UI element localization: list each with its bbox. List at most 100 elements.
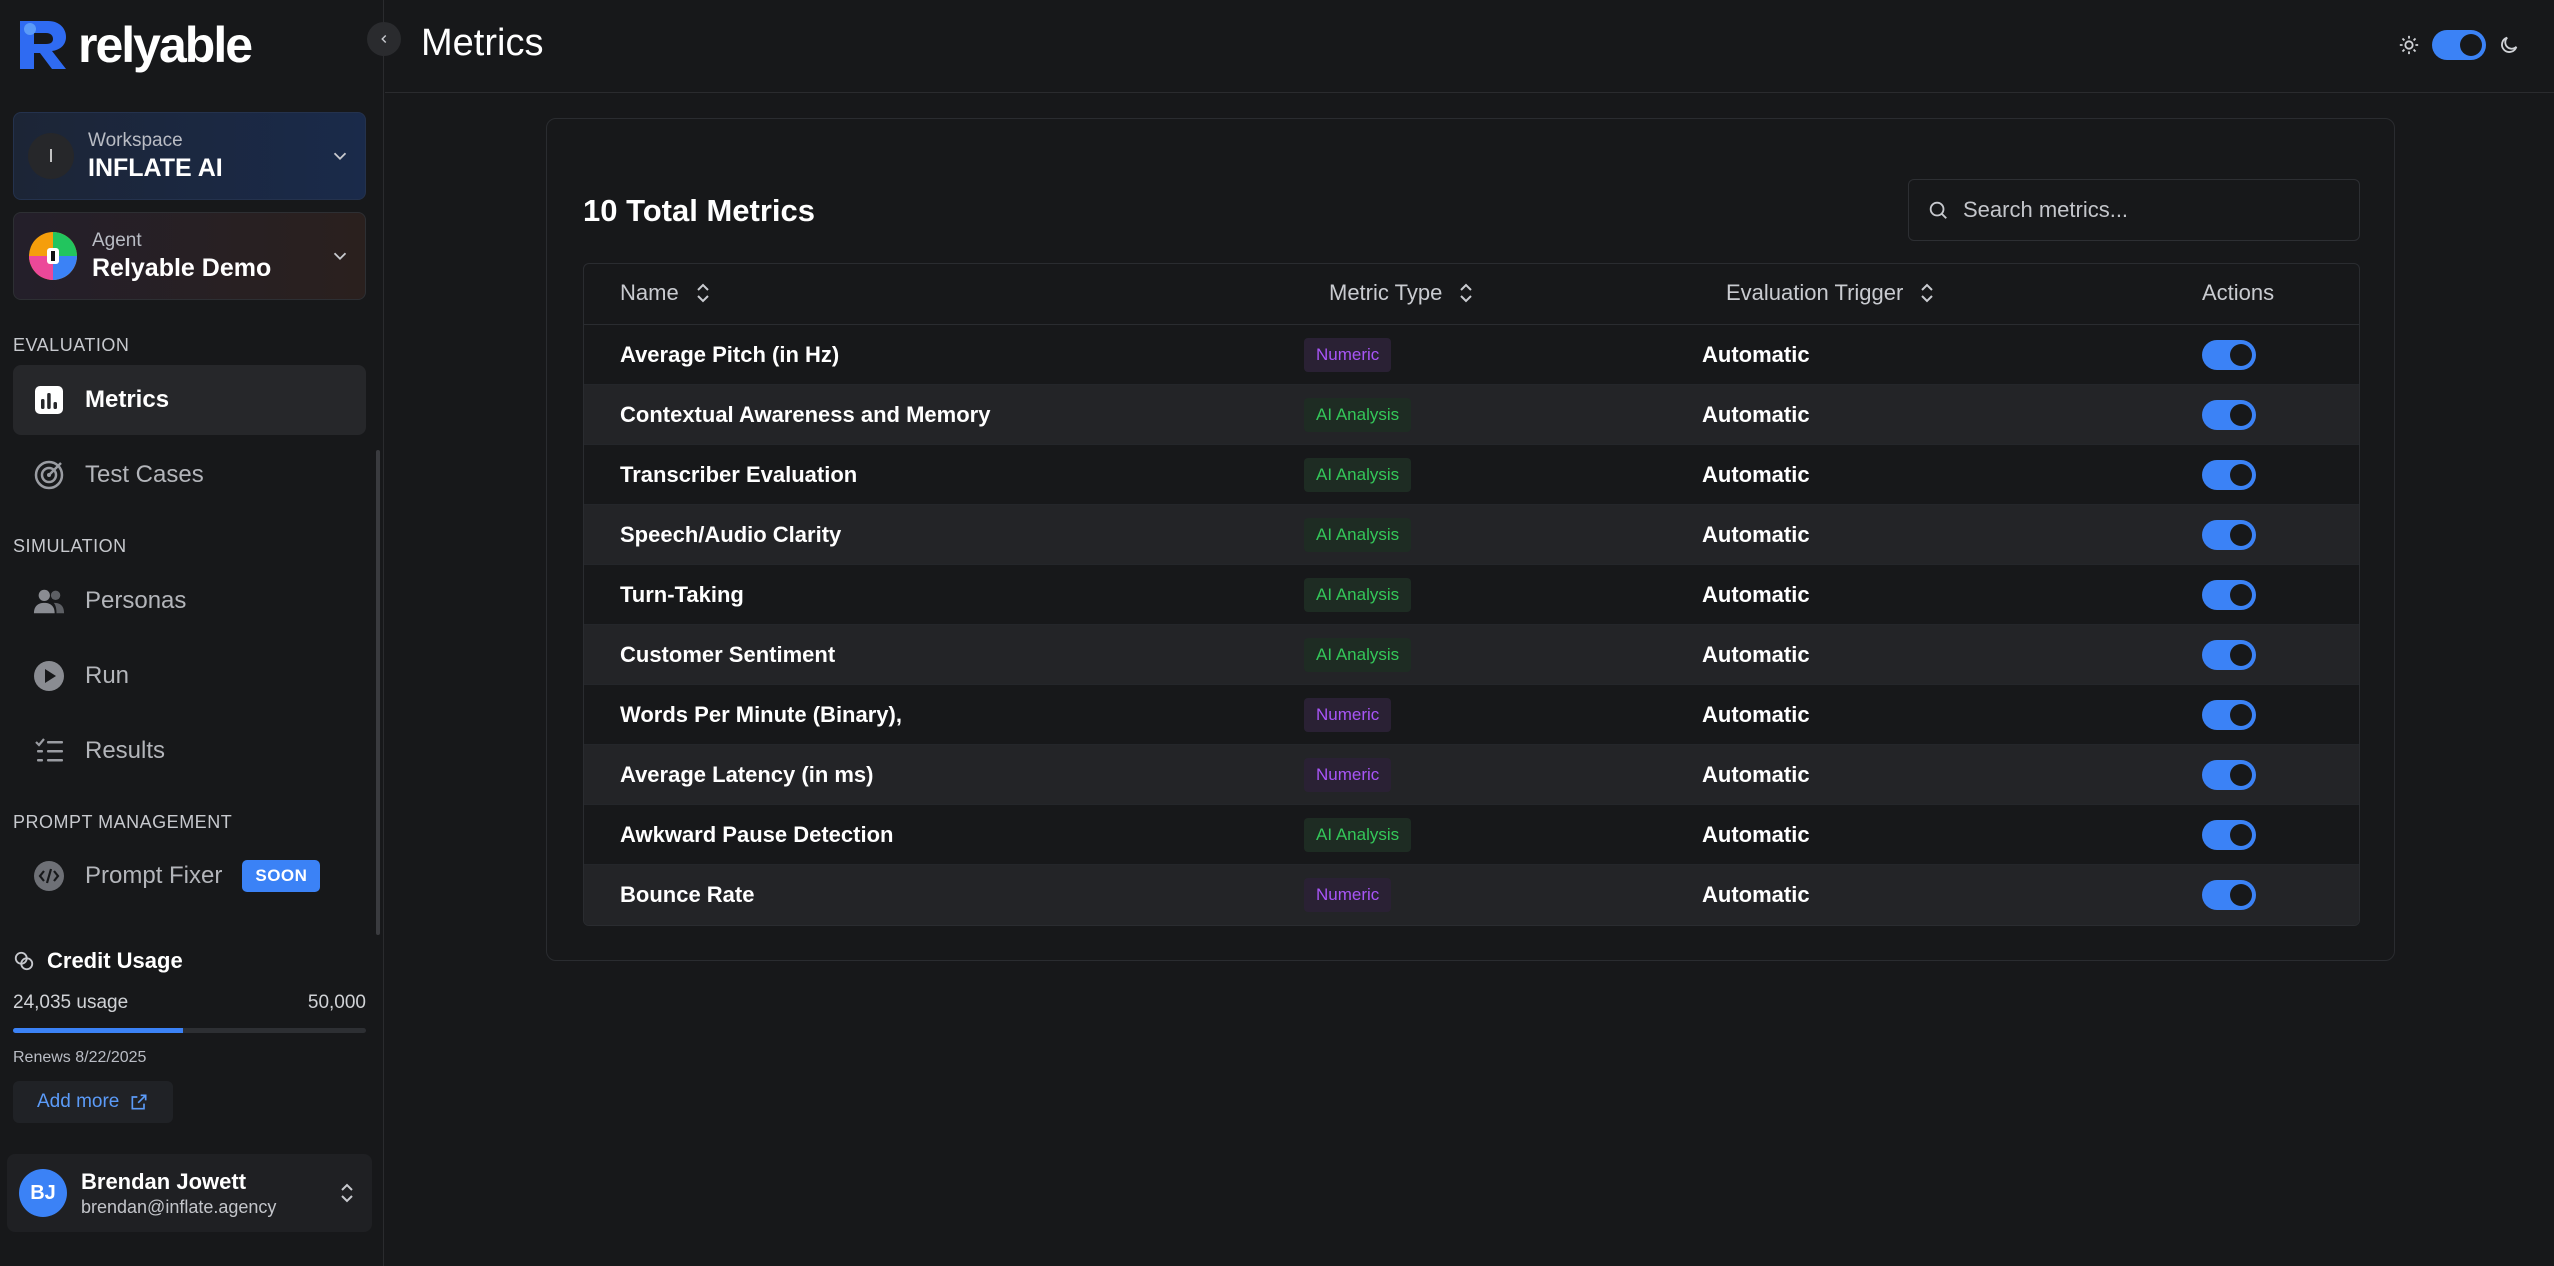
code-icon — [33, 860, 65, 892]
metric-type-badge: AI Analysis — [1304, 458, 1412, 492]
table-row[interactable]: Average Latency (in ms) Numeric Automati… — [584, 745, 2359, 805]
theme-toggle[interactable] — [2432, 30, 2486, 60]
metric-enabled-toggle[interactable] — [2202, 640, 2256, 670]
agent-avatar — [29, 232, 77, 280]
metric-type-badge: AI Analysis — [1304, 818, 1412, 852]
workspace-selector[interactable]: I Workspace INFLATE AI — [13, 112, 366, 200]
chart-icon — [33, 384, 65, 416]
target-icon — [33, 459, 65, 491]
metric-type-badge: AI Analysis — [1304, 578, 1412, 612]
table-row[interactable]: Turn-Taking AI Analysis Automatic — [584, 565, 2359, 625]
metric-enabled-toggle[interactable] — [2202, 700, 2256, 730]
sidebar-item-metrics[interactable]: Metrics — [13, 365, 366, 435]
metric-enabled-toggle[interactable] — [2202, 340, 2256, 370]
search-icon — [1929, 201, 1947, 219]
metric-name: Average Latency (in ms) — [620, 762, 874, 787]
metric-enabled-toggle[interactable] — [2202, 880, 2256, 910]
evaluation-trigger: Automatic — [1702, 582, 1810, 607]
workspace-label: Workspace — [88, 129, 183, 151]
sidebar-item-label: Results — [85, 737, 166, 764]
section-simulation: SIMULATION — [13, 536, 127, 556]
metric-enabled-toggle[interactable] — [2202, 520, 2256, 550]
agent-selector[interactable]: Agent Relyable Demo — [13, 212, 366, 300]
page-title: Metrics — [421, 22, 544, 64]
metric-name: Customer Sentiment — [620, 642, 836, 667]
evaluation-trigger: Automatic — [1702, 462, 1810, 487]
evaluation-trigger: Automatic — [1702, 402, 1810, 427]
metrics-card: 10 Total Metrics Name Metric Type Evalua… — [546, 118, 2395, 961]
table-row[interactable]: Transcriber Evaluation AI Analysis Autom… — [584, 445, 2359, 505]
evaluation-trigger: Automatic — [1702, 522, 1810, 547]
evaluation-trigger: Automatic — [1702, 822, 1810, 847]
brand-name: relyable — [78, 17, 253, 73]
workspace-name: INFLATE AI — [88, 153, 223, 182]
sidebar-item-prompt-fixer[interactable]: Prompt Fixer SOON — [13, 841, 366, 911]
sidebar-item-label: Metrics — [85, 386, 170, 413]
evaluation-trigger: Automatic — [1702, 702, 1810, 727]
column-header-evaluation-trigger[interactable]: Evaluation Trigger — [1726, 280, 1935, 306]
metric-type-badge: Numeric — [1304, 758, 1392, 792]
sidebar-item-test-cases[interactable]: Test Cases — [13, 440, 366, 510]
table-row[interactable]: Speech/Audio Clarity AI Analysis Automat… — [584, 505, 2359, 565]
column-header-name[interactable]: Name — [620, 280, 711, 306]
table-row[interactable]: Average Pitch (in Hz) Numeric Automatic — [584, 325, 2359, 385]
user-email: brendan@inflate.agency — [81, 1196, 277, 1217]
metric-enabled-toggle[interactable] — [2202, 580, 2256, 610]
table-row[interactable]: Bounce Rate Numeric Automatic — [584, 865, 2359, 925]
play-icon — [33, 660, 65, 692]
chevron-up-down-icon — [341, 1183, 353, 1203]
sidebar-item-label: Personas — [85, 587, 187, 614]
moon-icon — [2501, 36, 2518, 53]
column-label: Actions — [2202, 280, 2275, 305]
section-prompt-management: PROMPT MANAGEMENT — [13, 812, 233, 832]
metric-enabled-toggle[interactable] — [2202, 400, 2256, 430]
users-icon — [33, 585, 65, 617]
sidebar-item-results[interactable]: Results — [13, 716, 366, 786]
section-evaluation: EVALUATION — [13, 335, 130, 355]
add-more-button[interactable]: Add more — [13, 1081, 174, 1123]
table-row[interactable]: Customer Sentiment AI Analysis Automatic — [584, 625, 2359, 685]
credit-usage-value: 24,035 usage — [13, 992, 129, 1013]
list-check-icon — [33, 735, 65, 767]
metric-name: Words Per Minute (Binary), — [620, 702, 902, 727]
collapse-sidebar-button[interactable] — [367, 22, 401, 56]
sidebar-item-run[interactable]: Run — [13, 641, 366, 711]
metric-type-badge: Numeric — [1304, 698, 1392, 732]
chevron-down-icon — [333, 252, 347, 261]
soon-badge: SOON — [242, 860, 321, 892]
sidebar-item-label: Prompt Fixer — [85, 862, 223, 889]
table-row[interactable]: Awkward Pause Detection AI Analysis Auto… — [584, 805, 2359, 865]
search-box[interactable] — [1908, 179, 2360, 241]
credit-progress-fill — [13, 1028, 183, 1033]
credit-usage-panel: Credit Usage 24,035 usage 50,000 Renews … — [13, 948, 366, 1123]
table-row[interactable]: Contextual Awareness and Memory AI Analy… — [584, 385, 2359, 445]
user-menu[interactable]: BJ Brendan Jowett brendan@inflate.agency — [7, 1154, 372, 1232]
column-label: Name — [620, 280, 679, 305]
table-row[interactable]: Words Per Minute (Binary), Numeric Autom… — [584, 685, 2359, 745]
sidebar-item-label: Run — [85, 662, 130, 689]
evaluation-trigger: Automatic — [1702, 762, 1810, 787]
column-header-metric-type[interactable]: Metric Type — [1329, 280, 1474, 306]
metric-name: Average Pitch (in Hz) — [620, 342, 840, 367]
add-more-label: Add more — [37, 1091, 120, 1112]
external-link-icon — [131, 1094, 147, 1110]
brand-logo[interactable]: relyable — [16, 16, 253, 74]
credit-renews-date: Renews 8/22/2025 — [13, 1049, 147, 1066]
theme-toggle-group — [2398, 30, 2520, 60]
metric-enabled-toggle[interactable] — [2202, 760, 2256, 790]
sidebar-scrollbar[interactable] — [376, 450, 380, 935]
agent-label: Agent — [92, 229, 142, 251]
metric-name: Bounce Rate — [620, 882, 755, 907]
relyable-logo-icon — [20, 21, 66, 69]
table-header: Name Metric Type Evaluation Trigger Acti… — [584, 264, 2359, 325]
metric-type-badge: AI Analysis — [1304, 398, 1412, 432]
metric-enabled-toggle[interactable] — [2202, 820, 2256, 850]
sort-icon — [1460, 283, 1473, 303]
search-input[interactable] — [1963, 197, 2343, 223]
sidebar-item-personas[interactable]: Personas — [13, 566, 366, 636]
metric-type-badge: AI Analysis — [1304, 638, 1412, 672]
credit-progress-bar — [13, 1028, 366, 1033]
metric-type-badge: Numeric — [1304, 878, 1392, 912]
metric-enabled-toggle[interactable] — [2202, 460, 2256, 490]
metric-name: Contextual Awareness and Memory — [620, 402, 991, 427]
